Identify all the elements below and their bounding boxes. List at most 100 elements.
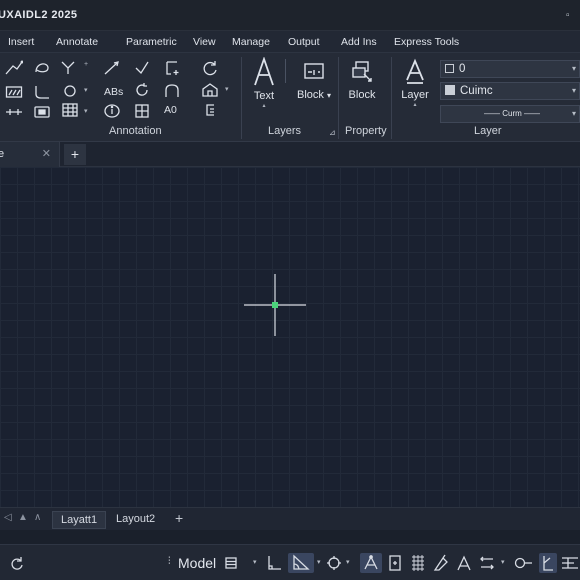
a0-text-icon[interactable]: A0: [164, 104, 177, 116]
customization-icon[interactable]: [559, 553, 580, 573]
layer-a-icon: [406, 58, 424, 84]
tab-parametric[interactable]: Parametric: [126, 36, 177, 48]
polar-tracking-icon[interactable]: [288, 553, 314, 573]
transparency-icon[interactable]: [454, 553, 474, 573]
grid-display-icon[interactable]: [223, 553, 239, 573]
leader-icon[interactable]: [102, 59, 122, 77]
dynamic-input-icon[interactable]: [408, 553, 428, 573]
move-icon[interactable]: +: [84, 61, 88, 68]
property-panel-label: Property: [345, 125, 387, 137]
layer-dropdown[interactable]: 0 ▾: [440, 60, 580, 78]
drawing-canvas[interactable]: [0, 167, 580, 507]
workspace-icon[interactable]: [539, 553, 557, 573]
tab-scroll-left-icon[interactable]: ◁: [4, 512, 12, 523]
layer-dropdown-value: 0: [459, 63, 466, 75]
tab-insert[interactable]: Insert: [8, 36, 34, 48]
multiline-text-icon[interactable]: [162, 59, 182, 77]
hatch-icon[interactable]: [4, 83, 24, 101]
bracket-icon[interactable]: [200, 101, 220, 119]
text-separator: [285, 59, 286, 83]
ortho-icon[interactable]: [263, 553, 285, 573]
text-dropdown-arrow[interactable]: ▴: [250, 102, 278, 109]
insert-block-icon: [352, 61, 372, 82]
polyline-icon[interactable]: [4, 59, 24, 77]
layout-tab-1[interactable]: Layatt1: [52, 511, 107, 529]
isodraft-dropdown-arrow[interactable]: ▾: [346, 558, 350, 566]
tab-nav-icon[interactable]: ▲: [18, 512, 28, 523]
spline-icon[interactable]: [162, 82, 182, 100]
annotation-scale-icon[interactable]: [512, 553, 534, 573]
panel-divider: [241, 57, 242, 139]
layer-dropdown-arrow[interactable]: ▴: [398, 101, 432, 108]
linetype-dropdown-value: —— Curm ——: [484, 109, 540, 118]
circle-dropdown-arrow[interactable]: ▾: [84, 86, 88, 94]
model-space-icon[interactable]: ⫶: [168, 556, 171, 567]
selection-dropdown-arrow[interactable]: ▾: [501, 558, 505, 566]
layer-button[interactable]: Layer ▴: [398, 58, 432, 108]
command-line[interactable]: [0, 530, 580, 544]
document-tab-bar: e ✕ +: [0, 142, 580, 167]
add-layout-button[interactable]: +: [175, 510, 183, 526]
annotation-panel-label: Annotation: [109, 125, 162, 137]
crosshair-cursor-icon: [244, 274, 306, 336]
panel-divider: [338, 57, 339, 139]
polar-dropdown-arrow[interactable]: ▾: [317, 558, 321, 566]
layer-button-label: Layer: [401, 89, 429, 101]
selection-cycling-icon[interactable]: [477, 553, 497, 573]
layer-color-swatch: [445, 64, 454, 73]
table-icon[interactable]: [60, 101, 80, 119]
status-bar: ⫶ Model ▾ ▾ ▾ ▾: [0, 544, 580, 580]
check-icon[interactable]: [132, 59, 152, 77]
snap-dropdown-arrow[interactable]: ▾: [253, 558, 257, 566]
tab-manage[interactable]: Manage: [232, 36, 270, 48]
panel-expand-icon[interactable]: ⊿: [329, 128, 336, 137]
ribbon-tab-bar: Insert Annotate Parametric View Manage O…: [0, 31, 580, 53]
color-dropdown[interactable]: Cuimc ▾: [440, 82, 580, 100]
layer-panel-label: Layer: [474, 125, 502, 137]
circle-icon[interactable]: [60, 82, 80, 100]
isodraft-icon[interactable]: [324, 553, 344, 573]
layout-tab-2[interactable]: Layout2: [108, 511, 163, 529]
trim-icon[interactable]: [58, 58, 78, 76]
refresh-icon[interactable]: [200, 59, 220, 77]
block-button[interactable]: Block ▾: [292, 58, 336, 101]
tab-annotate[interactable]: Annotate: [56, 36, 98, 48]
ribbon: + ▾ ▾ ABs A0 ▾ Annotation Text ▴ Block ▾…: [0, 53, 580, 142]
model-button[interactable]: Model: [178, 555, 216, 571]
linetype-dropdown[interactable]: —— Curm —— ▾: [440, 105, 580, 123]
abs-text-style[interactable]: ABs: [104, 86, 123, 98]
window-restore-button[interactable]: ▫: [566, 0, 580, 31]
info-icon[interactable]: [102, 102, 122, 120]
lineweight-icon[interactable]: [431, 553, 451, 573]
tab-add-ins[interactable]: Add Ins: [341, 36, 377, 48]
document-tab[interactable]: e ✕: [0, 142, 60, 167]
text-button[interactable]: Text ▴: [250, 56, 278, 109]
tab-first-icon[interactable]: ∧: [34, 512, 41, 523]
block-button-label: Block ▾: [297, 89, 331, 101]
building-icon[interactable]: [200, 81, 220, 99]
tab-view[interactable]: View: [193, 36, 216, 48]
chevron-down-icon: ▾: [571, 64, 576, 73]
close-icon[interactable]: ✕: [42, 147, 51, 160]
text-button-label: Text: [253, 90, 275, 102]
fillet-icon[interactable]: [32, 83, 52, 101]
panel-divider: [391, 57, 392, 139]
text-a-icon: [254, 56, 274, 86]
block-insert-label: Block: [348, 89, 376, 101]
region-icon[interactable]: [32, 103, 52, 121]
redo-icon[interactable]: [8, 553, 26, 573]
table-dropdown-arrow[interactable]: ▾: [84, 107, 88, 115]
rotate-icon[interactable]: [132, 81, 152, 99]
block-icon: [304, 63, 324, 79]
building-dropdown-arrow[interactable]: ▾: [225, 85, 229, 93]
app-title: UXAIDL2 2025: [0, 9, 78, 21]
new-tab-button[interactable]: +: [64, 144, 86, 165]
tab-express-tools[interactable]: Express Tools: [394, 36, 459, 48]
tab-output[interactable]: Output: [288, 36, 320, 48]
dimension-icon[interactable]: [4, 103, 24, 121]
block-insert-button[interactable]: Block: [344, 58, 380, 101]
osnap-tracking-icon[interactable]: [360, 553, 382, 573]
grid-table-icon[interactable]: [132, 102, 152, 120]
arc-icon[interactable]: [32, 59, 52, 77]
object-snap-icon[interactable]: [385, 553, 405, 573]
